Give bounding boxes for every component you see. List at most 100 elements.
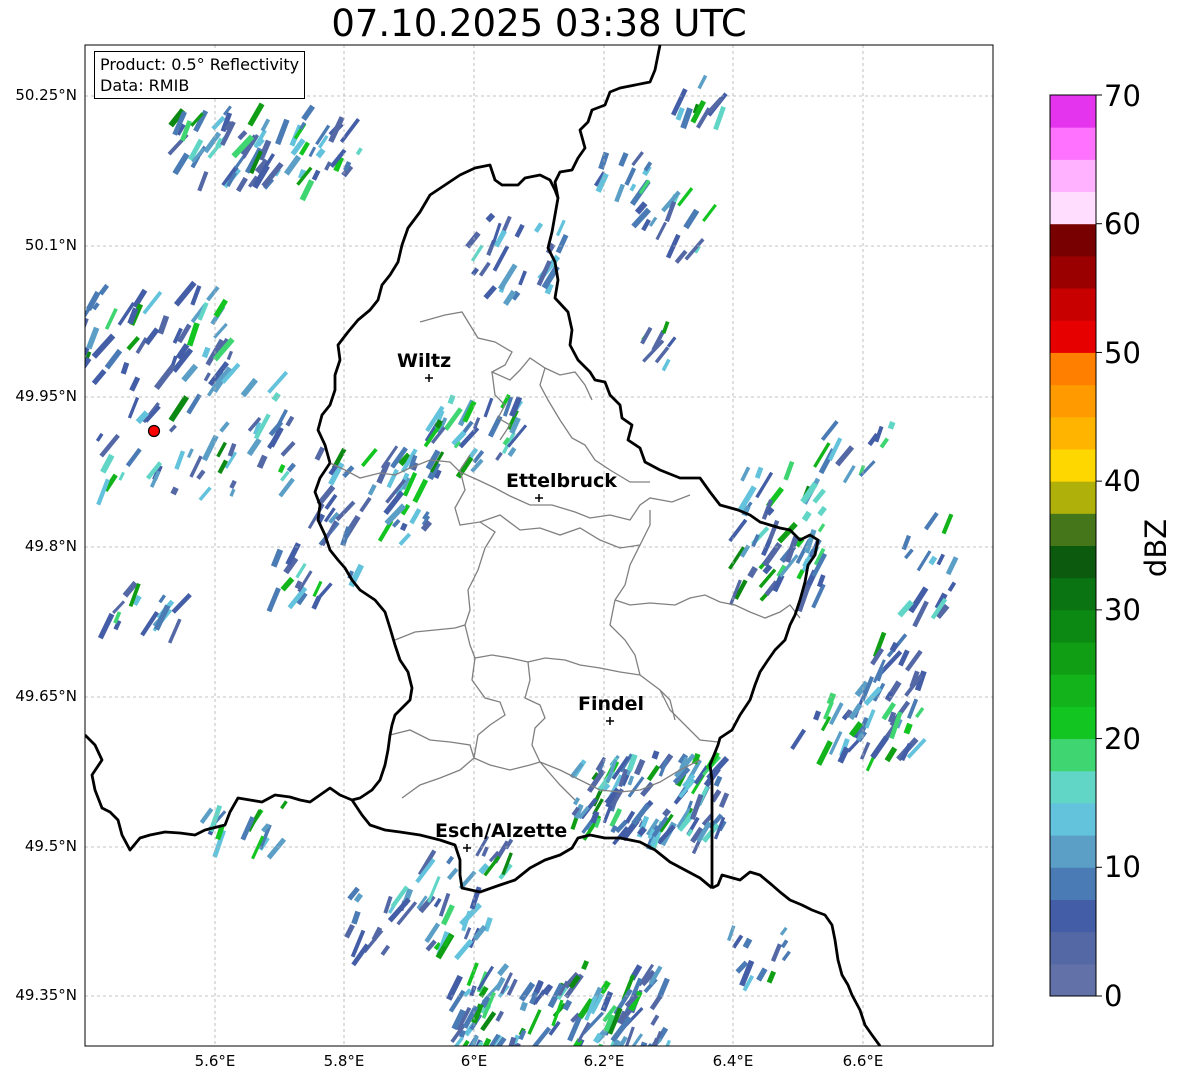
lat-tick-label: 49.65°N xyxy=(15,687,77,705)
lon-tick-label: 5.6°E xyxy=(194,1052,236,1070)
echo-cell xyxy=(519,1001,528,1012)
echo-cell xyxy=(420,520,433,532)
city-marker-ettelbruck xyxy=(535,494,543,502)
colorbar-segment xyxy=(1050,609,1096,643)
echo-cell xyxy=(96,478,110,506)
echo-cell xyxy=(640,326,653,345)
colorbar-tick-label: 50 xyxy=(1104,336,1141,370)
city-label-esch-alzette: Esch/Alzette xyxy=(435,820,568,842)
city-marker-esch xyxy=(463,844,471,852)
colorbar xyxy=(1049,94,1102,997)
echo-cell xyxy=(643,161,653,172)
echo-cell xyxy=(246,437,262,457)
echo-cell xyxy=(229,488,236,497)
echo-cell xyxy=(120,361,130,375)
echo-cell xyxy=(684,238,705,261)
echo-cell xyxy=(518,1029,527,1041)
echo-cell xyxy=(483,397,494,418)
echo-cell xyxy=(636,1041,648,1046)
colorbar-segment xyxy=(1050,288,1096,321)
echo-cell xyxy=(91,369,107,386)
lat-tick-label: 49.35°N xyxy=(15,986,77,1004)
echo-cell xyxy=(308,146,317,158)
echo-cell xyxy=(702,203,717,223)
lat-tick-label: 49.5°N xyxy=(24,837,77,855)
echo-cell xyxy=(95,432,104,442)
echo-cell xyxy=(727,925,736,942)
echo-cell xyxy=(344,923,355,939)
colorbar-segment xyxy=(1050,835,1096,868)
echo-cell xyxy=(756,967,768,982)
echo-cell xyxy=(631,151,644,167)
echo-cell xyxy=(455,455,474,479)
echo-cell xyxy=(870,735,890,760)
echo-cell xyxy=(614,183,625,203)
echo-cell xyxy=(171,592,192,614)
echo-cell xyxy=(278,477,295,498)
echo-cell xyxy=(181,363,199,383)
echo-cell xyxy=(409,508,422,525)
echo-cell xyxy=(186,448,194,459)
colorbar-segment xyxy=(1050,577,1096,611)
echo-cell xyxy=(638,179,651,195)
echo-cell xyxy=(483,285,497,300)
echo-cell xyxy=(158,594,167,604)
echo-cell xyxy=(728,518,748,543)
echo-cell xyxy=(314,446,326,461)
echo-cell xyxy=(172,152,190,176)
echo-cell xyxy=(661,321,670,334)
lat-tick-label: 49.8°N xyxy=(24,537,77,555)
echo-cell xyxy=(884,746,898,763)
echo-cell xyxy=(497,963,510,977)
echo-cell xyxy=(780,939,789,949)
echo-cell xyxy=(801,510,812,522)
echo-cell xyxy=(781,950,791,962)
echo-cell xyxy=(85,356,92,380)
echo-cell xyxy=(677,187,694,207)
echo-cell xyxy=(683,208,700,230)
echo-cell xyxy=(492,245,510,272)
echo-cell xyxy=(359,496,372,513)
echo-cell xyxy=(206,285,220,302)
echo-cell xyxy=(355,147,363,156)
colorbar-segment xyxy=(1050,223,1096,257)
echo-cell xyxy=(386,468,399,489)
lat-tick-label: 50.1°N xyxy=(24,236,77,254)
echo-cell xyxy=(201,434,219,462)
echo-cell xyxy=(936,553,945,566)
echo-cell xyxy=(718,792,730,809)
echo-cell xyxy=(97,612,115,640)
echo-cell xyxy=(118,471,125,481)
echo-cell xyxy=(380,944,391,956)
echo-cell xyxy=(533,222,544,233)
echo-cell xyxy=(219,421,230,433)
echo-cell xyxy=(280,440,296,457)
city-marker-findel xyxy=(606,717,614,725)
echo-cell xyxy=(754,466,764,479)
echo-cell xyxy=(650,1014,660,1026)
echo-cell xyxy=(99,433,120,458)
echo-cell xyxy=(518,270,527,286)
echo-cell xyxy=(646,764,661,782)
echo-cell xyxy=(446,855,455,865)
echo-cell xyxy=(859,741,871,760)
echo-cell xyxy=(104,307,118,330)
colorbar-segment xyxy=(1050,802,1096,836)
echo-cell xyxy=(260,118,271,132)
echo-cell xyxy=(481,1037,492,1046)
echo-cell xyxy=(689,793,704,821)
echo-cell xyxy=(240,816,255,841)
colorbar-segment xyxy=(1050,674,1096,707)
echo-cell xyxy=(335,500,356,522)
echo-cell xyxy=(835,445,855,467)
echo-cell xyxy=(398,532,412,546)
colorbar-segment xyxy=(1050,448,1096,482)
echo-cell xyxy=(884,680,902,702)
echo-cell xyxy=(367,483,377,496)
echo-cell xyxy=(901,534,912,551)
echo-cell xyxy=(941,513,954,535)
echo-cell xyxy=(779,926,788,936)
colorbar-segment xyxy=(1050,127,1096,160)
echo-cell xyxy=(466,962,479,987)
echo-cell xyxy=(454,938,474,961)
